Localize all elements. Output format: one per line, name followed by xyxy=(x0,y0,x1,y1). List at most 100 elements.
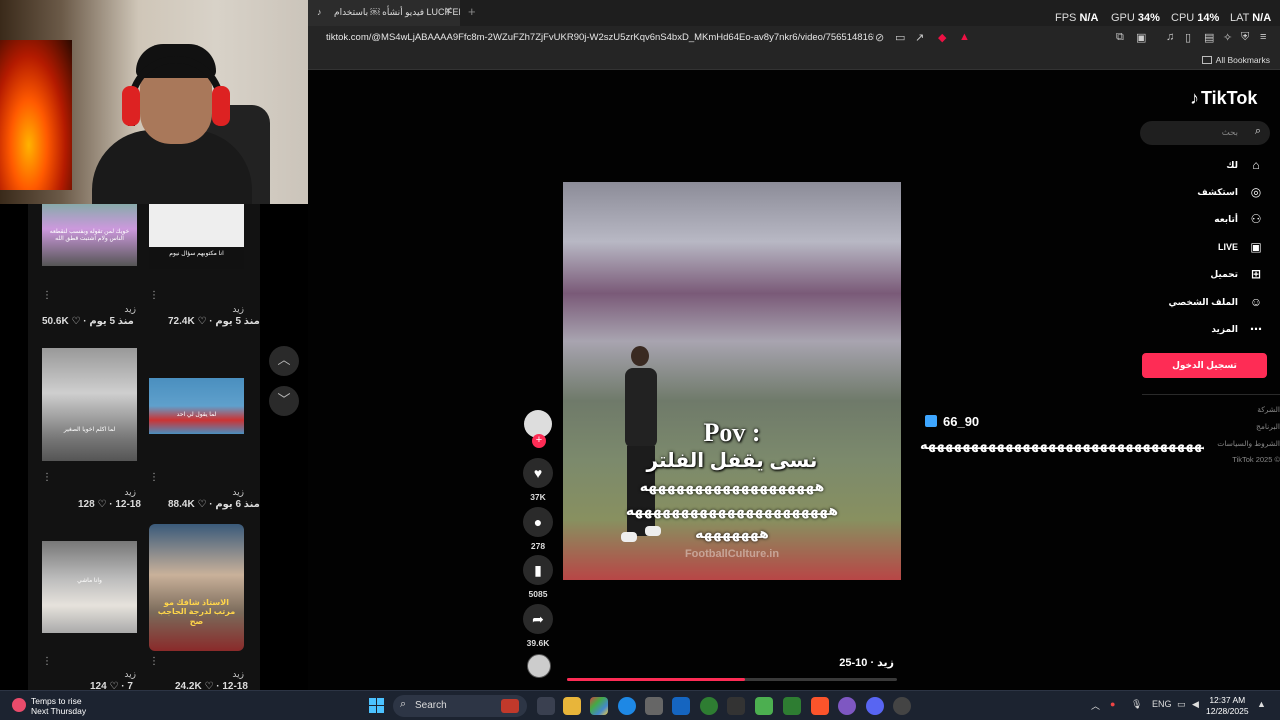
microphone-icon[interactable]: 🎙 xyxy=(1131,699,1142,710)
tab-title: فيديو أنشأه ￼ باستخدام LUCIFER xyxy=(334,7,460,17)
more-options-icon[interactable]: ⋮ xyxy=(42,290,52,301)
screenshot-icon[interactable]: ▣ xyxy=(1136,31,1146,44)
obs-icon[interactable] xyxy=(838,697,856,715)
language-indicator[interactable]: ENG xyxy=(1152,699,1172,709)
media-player-icon[interactable] xyxy=(783,697,801,715)
save-button[interactable]: ▮ xyxy=(523,555,553,585)
search-icon[interactable]: ⌕ xyxy=(1255,125,1261,138)
share-button[interactable]: ➦ xyxy=(523,604,553,634)
menu-icon[interactable]: ≡ xyxy=(1260,31,1266,43)
windows-start-icon[interactable] xyxy=(369,698,385,714)
file-explorer-icon[interactable] xyxy=(563,697,581,715)
video-thumbnail[interactable]: لما اكلم اخويا الصغير xyxy=(42,348,137,461)
vpn-icon[interactable]: ⛨ xyxy=(1241,31,1249,44)
jetbrains-icon[interactable] xyxy=(727,697,745,715)
search-input[interactable]: بحث ⌕ xyxy=(1140,121,1270,145)
mute-icon[interactable]: ⊘ xyxy=(875,31,884,44)
headset-earcup xyxy=(122,86,140,126)
video-thumbnail[interactable]: خويك لمن تقوله وبفسب لنقطعه الناس ولام ا… xyxy=(42,204,137,266)
browser-tab[interactable]: ♪ فيديو أنشأه ￼ باستخدام LUCIFER xyxy=(308,0,460,26)
extension-icon[interactable]: ⧉ xyxy=(1116,31,1124,44)
system-clock[interactable]: 12:37 AM 12/28/2025 xyxy=(1206,695,1249,717)
sidebar-icon[interactable]: ▯ xyxy=(1185,31,1191,44)
new-tab-icon[interactable]: + xyxy=(468,4,476,19)
webcam-overlay xyxy=(0,0,308,204)
like-button[interactable]: ♥ xyxy=(523,458,553,488)
next-video-button[interactable]: ﹀ xyxy=(269,386,299,416)
nav-item-upload[interactable]: تحميل ⊞ xyxy=(1210,267,1264,287)
video-stats: 72.4K ♡ · منذ 5 يوم xyxy=(168,316,260,327)
previous-video-button[interactable]: ︿ xyxy=(269,346,299,376)
app-icon[interactable] xyxy=(893,697,911,715)
video-author[interactable]: زيد xyxy=(88,304,136,315)
headset-earcup xyxy=(212,86,230,126)
network-icon[interactable]: ▭ xyxy=(1177,699,1186,710)
video-author[interactable]: زيد xyxy=(88,669,136,680)
login-button[interactable]: تسجيل الدخول xyxy=(1142,353,1267,378)
video-author[interactable]: زيد xyxy=(196,304,244,315)
footer-link-program[interactable]: البرنامج xyxy=(1256,422,1280,431)
live-icon: ▣ xyxy=(1250,240,1262,254)
upwork-icon[interactable] xyxy=(700,697,718,715)
music-disc-avatar[interactable] xyxy=(527,654,551,678)
video-caption[interactable]: زيد · 10-25 xyxy=(820,656,894,669)
video-player[interactable]: Pov : نسى يقفل الفلتر هههههههههههههههههه… xyxy=(563,182,901,580)
brave-rewards-icon[interactable]: ▲ xyxy=(959,31,970,43)
music-icon[interactable]: ♫ xyxy=(1166,31,1174,43)
mail-icon[interactable] xyxy=(672,697,690,715)
volume-icon[interactable]: ◀ xyxy=(1192,699,1199,710)
video-author[interactable]: زيد xyxy=(196,487,244,498)
follow-plus-icon[interactable]: + xyxy=(532,434,546,448)
fps-readout: FPS N/A xyxy=(1055,12,1099,24)
footer-link-terms[interactable]: الشروط والسياسات xyxy=(1217,439,1280,448)
chevron-up-icon: ︿ xyxy=(277,352,291,367)
notification-bell-icon[interactable]: ▲ xyxy=(1257,699,1266,709)
video-stats: 50.6K ♡ · منذ 5 يوم xyxy=(42,316,134,327)
all-bookmarks-button[interactable]: All Bookmarks xyxy=(1201,55,1270,65)
brave-icon[interactable] xyxy=(811,697,829,715)
wallet-icon[interactable]: ▤ xyxy=(1204,31,1214,44)
tray-app-icon[interactable]: ● xyxy=(1110,699,1115,709)
tiktok-logo[interactable]: ♪ TikTok xyxy=(1190,88,1257,109)
nav-item-live[interactable]: LIVE ▣ xyxy=(1218,240,1264,260)
task-view-icon[interactable] xyxy=(537,697,555,715)
video-author[interactable]: زيد xyxy=(88,487,136,498)
more-icon: ⋯ xyxy=(1250,322,1262,336)
tray-expand-icon[interactable]: ︿ xyxy=(1091,699,1100,712)
address-bar[interactable]: tiktok.com/@MS4wLjABAAAA9Ffc8m-2WZuFZh7Z… xyxy=(308,26,1280,50)
video-thumbnail[interactable]: لما يقول لي احد xyxy=(149,378,244,434)
more-options-icon[interactable]: ⋮ xyxy=(42,472,52,483)
more-options-icon[interactable]: ⋮ xyxy=(42,656,52,667)
brave-shield-icon[interactable]: ◆ xyxy=(938,31,946,44)
video-thumbnail[interactable] xyxy=(149,204,244,247)
pin-icon xyxy=(925,415,937,427)
video-author[interactable]: زيد xyxy=(196,669,244,680)
url-text[interactable]: tiktok.com/@MS4wLjABAAAA9Ffc8m-2WZuFZh7Z… xyxy=(326,32,874,43)
more-options-icon[interactable]: ⋮ xyxy=(149,656,159,667)
nav-item-foryou[interactable]: لك ⌂ xyxy=(1226,158,1264,178)
footer-link-company[interactable]: الشركة xyxy=(1257,405,1280,414)
more-options-icon[interactable]: ⋮ xyxy=(149,472,159,483)
video-thumbnail[interactable]: وانا ماشي xyxy=(42,541,137,633)
copilot-icon[interactable] xyxy=(590,697,608,715)
edge-icon[interactable] xyxy=(618,697,636,715)
store-icon[interactable] xyxy=(645,697,663,715)
leo-icon[interactable]: ✧ xyxy=(1223,31,1232,44)
nav-item-profile[interactable]: الملف الشخصي ☺ xyxy=(1169,295,1264,315)
more-options-icon[interactable]: ⋮ xyxy=(149,290,159,301)
profile-video-grid: خويك لمن تقوله وبفسب لنقطعه الناس ولام ا… xyxy=(28,204,260,690)
nav-item-explore[interactable]: استكشف ◎ xyxy=(1197,185,1264,205)
tab-close-icon[interactable]: ✕ xyxy=(444,6,452,17)
share-icon[interactable]: ↗ xyxy=(915,31,924,44)
minecraft-icon[interactable] xyxy=(755,697,773,715)
taskbar-search[interactable]: ⌕ Search xyxy=(393,695,527,717)
discord-icon[interactable] xyxy=(866,697,884,715)
nav-item-more[interactable]: المزيد ⋯ xyxy=(1211,322,1264,342)
save-count: 5085 xyxy=(528,589,548,599)
video-stats: 128 ♡ · 12-18 xyxy=(78,499,141,510)
cast-icon[interactable]: ▭ xyxy=(895,31,905,44)
comment-button[interactable]: ● xyxy=(523,507,553,537)
video-progress-bar[interactable] xyxy=(567,678,897,681)
video-thumbnail[interactable]: الاستاذ شافك مو مرتب لدرجة الحاجب صح xyxy=(149,524,244,651)
nav-item-following[interactable]: أتابعه ⚇ xyxy=(1214,212,1264,232)
